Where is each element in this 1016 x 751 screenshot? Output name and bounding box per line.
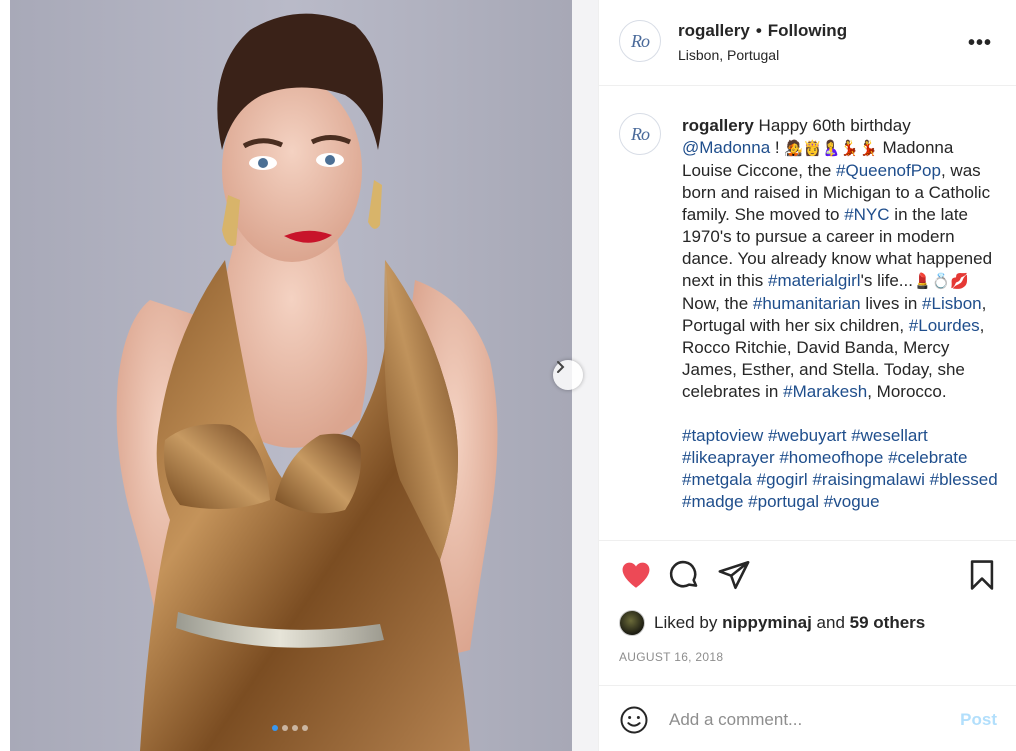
carousel-dot bbox=[292, 725, 298, 731]
caption-hashtag-link[interactable]: #Lourdes bbox=[909, 316, 980, 335]
caption-text: rogallery Happy 60th birthday @Madonna !… bbox=[682, 115, 998, 535]
post-comment-button[interactable]: Post bbox=[960, 710, 997, 730]
caption-hashtag-link[interactable]: #humanitarian bbox=[753, 294, 861, 313]
post-header: Ro rogallery • Following Lisbon, Portugal … bbox=[599, 0, 1016, 86]
hashtag-link[interactable]: #portugal bbox=[748, 492, 819, 511]
caption-text-segment: 's life... bbox=[860, 271, 913, 290]
heart-filled-icon[interactable] bbox=[619, 558, 653, 592]
caption-hashtag-link[interactable]: #Lisbon bbox=[922, 294, 982, 313]
comment-input[interactable] bbox=[669, 706, 939, 734]
follow-button[interactable]: Following bbox=[768, 21, 847, 40]
likes-others-link[interactable]: 59 others bbox=[850, 613, 926, 633]
avatar[interactable]: Ro bbox=[619, 113, 661, 155]
likes-conjunction: and bbox=[816, 613, 845, 632]
action-bar bbox=[599, 540, 1016, 608]
emoji-smile-icon[interactable] bbox=[619, 705, 649, 735]
hashtag-link[interactable]: #raisingmalawi bbox=[812, 470, 924, 489]
hashtag-link[interactable]: #gogirl bbox=[757, 470, 808, 489]
carousel-next-button[interactable] bbox=[553, 360, 583, 390]
hashtag-link[interactable]: #blessed bbox=[930, 470, 998, 489]
hashtag-link[interactable]: #taptoview bbox=[682, 426, 763, 445]
comment-bar: Post bbox=[599, 685, 1016, 751]
avatar-logo-text: Ro bbox=[631, 123, 650, 144]
caption-hashtag-link[interactable]: #QueenofPop bbox=[836, 161, 941, 180]
avatar-logo-text: Ro bbox=[631, 30, 650, 51]
more-horizontal-icon[interactable]: ••• bbox=[968, 32, 992, 55]
avatar[interactable]: Ro bbox=[619, 20, 661, 62]
caption-emoji: 🧑‍🎤👸🤱💃💃 bbox=[784, 140, 878, 157]
carousel-dot bbox=[272, 725, 278, 731]
caption-text-segment: , Morocco. bbox=[867, 382, 947, 401]
comment-bubble-icon[interactable] bbox=[667, 558, 701, 592]
hashtag-link[interactable]: #madge bbox=[682, 492, 743, 511]
hashtag-link[interactable]: #wesellart bbox=[851, 426, 928, 445]
post-date[interactable]: AUGUST 16, 2018 bbox=[619, 650, 723, 664]
hashtag-link[interactable]: #homeofhope bbox=[779, 448, 883, 467]
liker-username[interactable]: nippyminaj bbox=[722, 613, 812, 633]
carousel-indicator bbox=[272, 725, 308, 731]
caption-text-segment: lives in bbox=[860, 294, 923, 313]
caption-hashtag-link[interactable]: #materialgirl bbox=[768, 271, 861, 290]
caption-text-segment: Happy 60th birthday bbox=[753, 116, 911, 135]
location-link[interactable]: Lisbon, Portugal bbox=[678, 47, 779, 63]
caption-hashtag-link[interactable]: @Madonna bbox=[682, 138, 770, 157]
header-username[interactable]: rogallery bbox=[678, 21, 750, 40]
paper-plane-icon[interactable] bbox=[717, 558, 751, 592]
hashtag-link[interactable]: #vogue bbox=[824, 492, 880, 511]
caption-username[interactable]: rogallery bbox=[682, 116, 754, 135]
portrait-image bbox=[0, 0, 598, 751]
hashtag-link[interactable]: #webuyart bbox=[768, 426, 846, 445]
carousel-dot bbox=[282, 725, 288, 731]
hashtag-link[interactable]: #likeaprayer bbox=[682, 448, 775, 467]
hashtag-list: #taptoview #webuyart #wesellart #likeapr… bbox=[682, 425, 998, 513]
caption-hashtag-link[interactable]: #Marakesh bbox=[783, 382, 867, 401]
likes-prefix: Liked by bbox=[654, 613, 718, 632]
liker-avatar[interactable] bbox=[619, 610, 645, 636]
bookmark-icon[interactable] bbox=[965, 558, 999, 592]
caption-text-segment: Now, the bbox=[682, 294, 753, 313]
caption-emoji: 💄💍💋 bbox=[912, 273, 969, 290]
caption-text-segment: ! bbox=[770, 138, 785, 157]
caption-hashtag-link[interactable]: #NYC bbox=[844, 205, 889, 224]
caption-area: Ro rogallery Happy 60th birthday @Madonn… bbox=[599, 87, 1016, 539]
likes-summary: Liked by nippyminaj and 59 others bbox=[619, 610, 925, 636]
carousel-dot bbox=[302, 725, 308, 731]
separator-dot: • bbox=[755, 21, 762, 40]
hashtag-link[interactable]: #celebrate bbox=[888, 448, 967, 467]
post-sidebar: Ro rogallery • Following Lisbon, Portugal … bbox=[598, 0, 1016, 751]
hashtag-link[interactable]: #metgala bbox=[682, 470, 752, 489]
post-photo[interactable] bbox=[0, 0, 598, 751]
